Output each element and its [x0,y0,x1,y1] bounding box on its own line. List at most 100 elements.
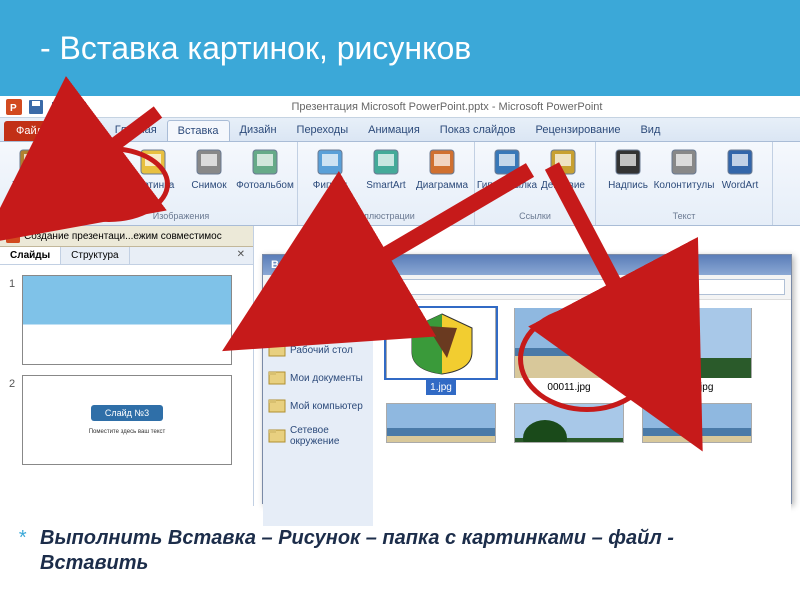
textbox-icon [612,146,644,178]
slide-thumbnails: 1 2 Слайд №3 Поместите здесь ваш текст [0,265,253,481]
tab-Главная[interactable]: Главная [105,120,167,141]
table-button[interactable]: Таблица [6,144,58,191]
file-thumbnail [642,308,752,378]
document-title-bar: Создание презентаци...ежим совместимос [0,226,253,247]
group-label: Таблицы [14,209,51,223]
redo-icon[interactable] [72,99,88,115]
ribbon-group-Иллюстрации: Фигуры SmartArt Диаграмма Иллюстрации [298,142,475,225]
file-thumbnail [386,308,496,378]
undo-icon[interactable] [50,99,66,115]
file-thumbnail [386,403,496,443]
slide-title: - Вставка картинок, рисунков [0,0,800,96]
picture-label: Рисунок [78,180,116,191]
album-label: Фотоальбом [236,180,294,191]
dialog-title: Вставка рисунка [263,255,791,275]
smartart-button[interactable]: SmartArt [360,144,412,191]
clipart-button[interactable]: Картинка [127,144,179,191]
sidebar-item-recent[interactable]: Недавние документы [265,304,371,336]
sidebar-item-network[interactable]: Сетевое окружение [265,420,371,452]
tab-Вид[interactable]: Вид [630,120,670,141]
group-label: Ссылки [519,209,551,223]
recent-icon [268,311,286,329]
clipart-label: Картинка [132,180,175,191]
powerpoint-small-icon [6,229,20,243]
headerfooter-button[interactable]: Колонтитулы [658,144,710,191]
sidebar-item-mycomputer[interactable]: Мой компьютер [265,392,371,420]
screenshot-button[interactable]: Снимок [183,144,235,191]
ribbon-group-Изображения: Рисунок Картинка Снимок Фотоальбом Изображен… [65,142,298,225]
save-icon[interactable] [28,99,44,115]
quick-access-toolbar: P [0,99,94,115]
picture-icon [81,146,113,178]
shapes-button[interactable]: Фигуры [304,144,356,191]
screenshot-label: Снимок [191,180,226,191]
ribbon: Таблица Таблицы Рисунок Картинка Снимок Фотоа… [0,142,800,226]
chart-label: Диаграмма [416,180,468,191]
file-item[interactable] [637,403,757,443]
file-item[interactable]: 1.jpg [381,308,501,395]
shapes-label: Фигуры [313,180,347,191]
screenshot-icon [193,146,225,178]
wordart-button[interactable]: WordArt [714,144,766,191]
app-titlebar: P Презентация Microsoft PowerPoint.pptx … [0,96,800,118]
shapes-icon [314,146,346,178]
tab-Вставка[interactable]: Вставка [167,120,230,141]
textbox-label: Надпись [608,180,648,191]
svg-text:P: P [10,103,17,114]
tab-slides[interactable]: Слайды [0,247,61,264]
headerfooter-label: Колонтитулы [654,180,715,191]
tab-Анимация[interactable]: Анимация [358,120,430,141]
powerpoint-icon: P [6,99,22,115]
table-label: Таблица [12,180,51,191]
album-button[interactable]: Фотоальбом [239,144,291,191]
slide-thumb-2[interactable]: 2 Слайд №3 Поместите здесь ваш текст [22,375,232,465]
sidebar-item-mydocs[interactable]: Мои документы [265,364,371,392]
mydocs-icon [268,369,286,387]
file-item[interactable]: 00011.jpg [509,308,629,395]
headerfooter-icon [668,146,700,178]
window-title: Презентация Microsoft PowerPoint.pptx - … [94,101,800,113]
insert-picture-dialog: Вставка рисунка Папка: Новоазовск Недавн… [262,254,792,504]
tab-Рецензирование[interactable]: Рецензирование [526,120,631,141]
file-item[interactable] [509,403,629,443]
textbox-button[interactable]: Надпись [602,144,654,191]
smartart-icon [370,146,402,178]
clipart-icon [137,146,169,178]
chart-button[interactable]: Диаграмма [416,144,468,191]
group-label: Текст [673,209,696,223]
file-item[interactable]: 406.jpg [637,308,757,395]
network-icon [268,427,286,445]
close-icon[interactable]: ✕ [229,247,253,264]
picture-button[interactable]: Рисунок [71,144,123,191]
desktop-icon [268,341,286,359]
tab-outline[interactable]: Структура [61,247,129,264]
sidebar-item-desktop[interactable]: Рабочий стол [265,336,371,364]
group-label: Изображения [153,209,210,223]
file-name: 1.jpg [426,380,456,395]
action-label: Действие [541,180,585,191]
tab-Показ слайдов[interactable]: Показ слайдов [430,120,526,141]
ribbon-group-Ссылки: Гиперссылка Действие Ссылки [475,142,596,225]
tab-Меню[interactable]: Меню [55,120,105,141]
slide-thumb-1[interactable]: 1 [22,275,232,365]
action-button[interactable]: Действие [537,144,589,191]
album-icon [249,146,281,178]
ribbon-tabs: Файл МенюГлавнаяВставкаДизайнПереходыАни… [0,118,800,142]
wordart-label: WordArt [722,180,759,191]
group-label: Иллюстрации [357,209,415,223]
folder-dropdown[interactable]: Новоазовск [308,279,785,295]
wordart-icon [724,146,756,178]
hyperlink-button[interactable]: Гиперссылка [481,144,533,191]
file-tab[interactable]: Файл [4,121,55,141]
file-item[interactable] [381,403,501,443]
dialog-file-area: 1.jpg 00011.jpg 406.jpg [373,300,791,526]
file-name: 00011.jpg [543,380,594,395]
tab-Переходы[interactable]: Переходы [287,120,359,141]
table-icon [16,146,48,178]
file-thumbnail [514,308,624,378]
file-name: 406.jpg [677,380,718,395]
action-icon [547,146,579,178]
dialog-path-row: Папка: Новоазовск [263,275,791,300]
pane-tabs: Слайды Структура ✕ [0,247,253,265]
tab-Дизайн[interactable]: Дизайн [230,120,287,141]
